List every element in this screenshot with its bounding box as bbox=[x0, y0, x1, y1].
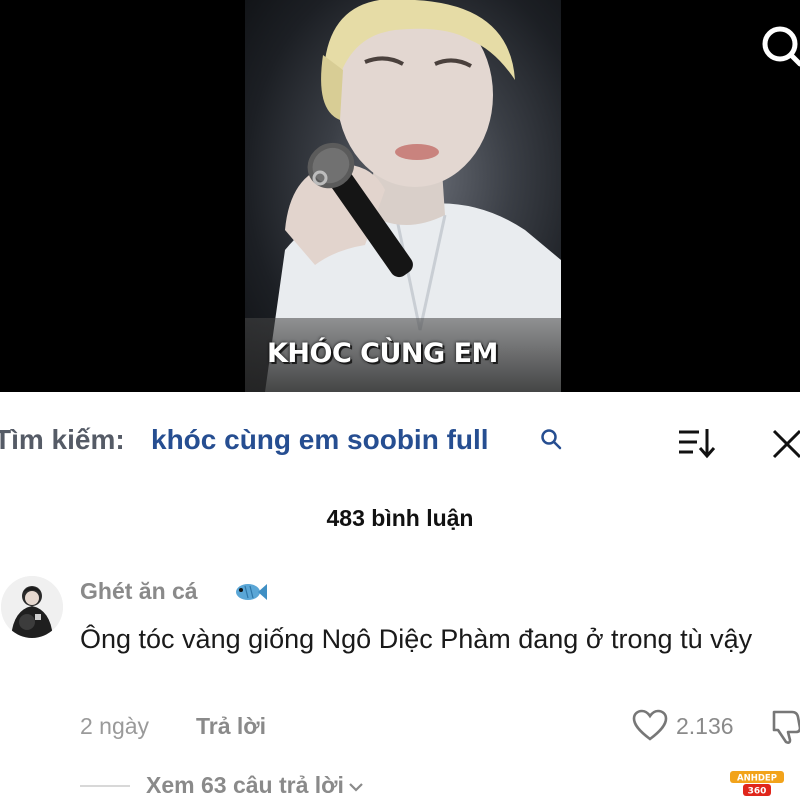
video-search-button[interactable] bbox=[756, 22, 800, 70]
view-replies-button[interactable]: Xem 63 câu trả lời bbox=[146, 772, 364, 799]
video-frame[interactable]: KHÓC CÙNG EM bbox=[245, 0, 561, 392]
search-label: Tìm kiếm: bbox=[0, 424, 125, 455]
search-icon[interactable] bbox=[540, 428, 562, 450]
comments-page: KHÓC CÙNG EM Tìm kiếm: khóc cùng em soob… bbox=[0, 0, 800, 800]
heart-icon[interactable] bbox=[632, 708, 668, 744]
search-query-link[interactable]: khóc cùng em soobin full bbox=[151, 424, 489, 456]
watermark-logo: ANHDEP 360 bbox=[730, 771, 784, 797]
view-replies-label: Xem 63 câu trả lời bbox=[146, 772, 344, 798]
comment-text: Ông tóc vàng giống Ngô Diệc Phàm đang ở … bbox=[80, 624, 753, 654]
video-player[interactable]: KHÓC CÙNG EM bbox=[0, 0, 800, 392]
sort-icon[interactable] bbox=[677, 426, 717, 460]
comment-username[interactable]: Ghét ăn cá bbox=[80, 578, 198, 605]
svg-text:360: 360 bbox=[748, 787, 767, 797]
avatar-image bbox=[1, 576, 63, 638]
video-caption: KHÓC CÙNG EM bbox=[267, 338, 498, 369]
fish-icon bbox=[236, 584, 267, 600]
svg-text:ANHDEP: ANHDEP bbox=[737, 774, 777, 784]
reply-button[interactable]: Trả lời bbox=[196, 713, 266, 740]
replies-divider bbox=[80, 785, 130, 787]
like-count: 2.136 bbox=[676, 713, 734, 739]
chevron-down-icon bbox=[349, 783, 363, 792]
search-icon bbox=[762, 26, 800, 67]
dislike-icon[interactable] bbox=[770, 708, 800, 746]
close-icon[interactable] bbox=[770, 428, 800, 460]
comment-count: 483 bình luận bbox=[326, 505, 474, 531]
comment-time: 2 ngày bbox=[80, 713, 150, 739]
avatar[interactable] bbox=[1, 576, 63, 638]
